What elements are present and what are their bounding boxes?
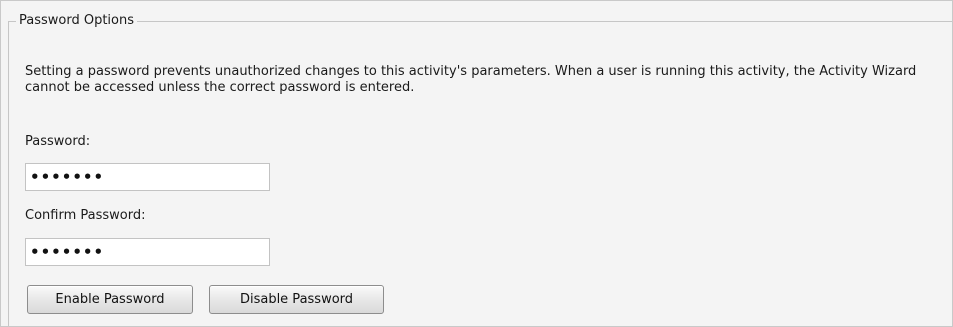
enable-password-button[interactable]: Enable Password [27, 285, 193, 314]
password-input[interactable] [25, 163, 270, 191]
disable-password-button[interactable]: Disable Password [209, 285, 384, 314]
group-title: Password Options [16, 12, 138, 30]
description-text: Setting a password prevents unauthorized… [25, 64, 917, 95]
confirm-password-input[interactable] [25, 238, 270, 266]
password-options-panel: Password Options Setting a password prev… [0, 0, 953, 327]
confirm-password-label: Confirm Password: [25, 208, 146, 223]
password-label: Password: [25, 134, 91, 149]
